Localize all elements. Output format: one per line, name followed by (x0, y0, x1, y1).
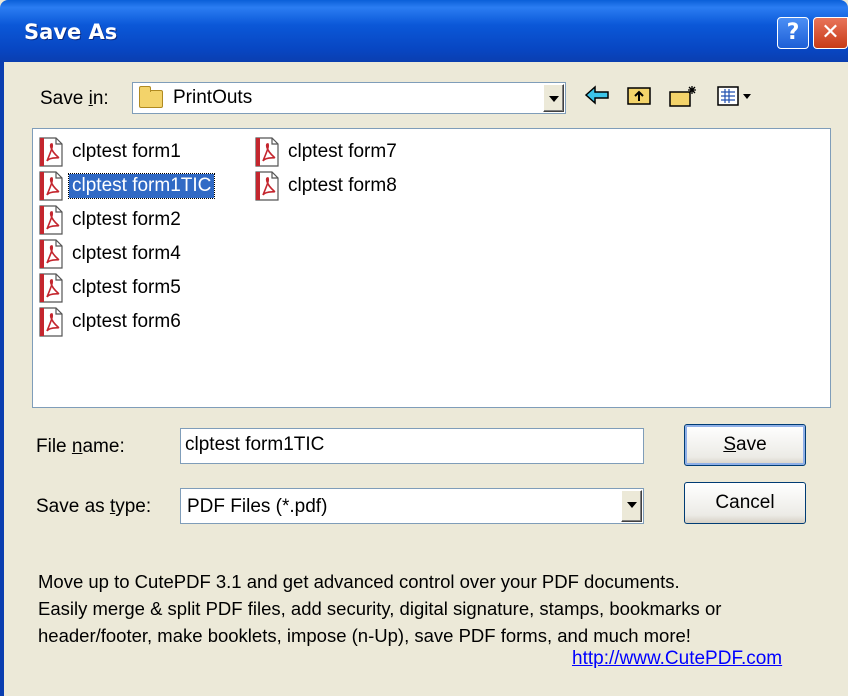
pdf-file-icon (37, 239, 65, 269)
file-item[interactable]: clptest form8 (253, 171, 400, 201)
chevron-down-icon[interactable] (543, 84, 564, 112)
save-as-type-label: Save as type: (36, 496, 152, 517)
window-frame (0, 62, 4, 696)
file-name: clptest form5 (72, 277, 181, 298)
pdf-file-icon (37, 273, 65, 303)
promo-line: Easily merge & split PDF files, add secu… (38, 598, 722, 619)
file-name: clptest form7 (288, 141, 397, 162)
chevron-down-icon[interactable] (621, 490, 642, 522)
file-name: clptest form8 (288, 175, 397, 196)
file-name: clptest form1 (72, 141, 181, 162)
save-button[interactable]: Save (684, 424, 806, 466)
file-name: clptest form6 (72, 311, 181, 332)
cutepdf-link[interactable]: http://www.CutePDF.com (572, 648, 782, 670)
file-name: clptest form4 (72, 243, 181, 264)
save-in-label: Save in: (40, 88, 109, 109)
new-folder-icon[interactable] (668, 84, 698, 112)
save-in-dropdown[interactable]: PrintOuts (132, 82, 566, 114)
file-list[interactable]: clptest form1 clptest form1TIC clptest for… (32, 128, 831, 408)
file-item[interactable]: clptest form2 (37, 205, 184, 235)
file-item[interactable]: clptest form7 (253, 137, 400, 167)
pdf-file-icon (37, 137, 65, 167)
file-name-label: File name: (36, 436, 125, 457)
file-item[interactable]: clptest form4 (37, 239, 184, 269)
view-menu-icon[interactable] (716, 84, 756, 112)
pdf-file-icon (37, 307, 65, 337)
help-button[interactable]: ? (777, 17, 809, 49)
window-title: Save As (24, 20, 118, 44)
save-as-dialog: Save As ? ✕ Save in: PrintOuts clptest f… (0, 0, 848, 696)
title-bar[interactable]: Save As ? ✕ (0, 0, 848, 62)
file-item[interactable]: clptest form6 (37, 307, 184, 337)
close-button[interactable]: ✕ (813, 17, 848, 49)
pdf-file-icon (253, 137, 281, 167)
promo-text: Move up to CutePDF 3.1 and get advanced … (38, 568, 838, 649)
pdf-file-icon (37, 171, 65, 201)
file-item[interactable]: clptest form5 (37, 273, 184, 303)
pdf-file-icon (37, 205, 65, 235)
pdf-file-icon (253, 171, 281, 201)
up-folder-icon[interactable] (624, 84, 654, 112)
save-as-type-dropdown[interactable]: PDF Files (*.pdf) (180, 488, 644, 524)
back-arrow-icon[interactable] (582, 84, 612, 112)
file-item[interactable]: clptest form1TIC (37, 171, 216, 201)
file-name: clptest form2 (72, 209, 181, 230)
file-item[interactable]: clptest form1 (37, 137, 184, 167)
cancel-button[interactable]: Cancel (684, 482, 806, 524)
promo-line: Move up to CutePDF 3.1 and get advanced … (38, 571, 680, 592)
save-as-type-value: PDF Files (*.pdf) (187, 496, 328, 517)
file-name-input[interactable]: clptest form1TIC (180, 428, 644, 464)
save-in-value: PrintOuts (173, 87, 253, 108)
folder-icon (139, 86, 163, 108)
promo-line: header/footer, make booklets, impose (n-… (38, 625, 691, 646)
file-name: clptest form1TIC (67, 173, 216, 199)
